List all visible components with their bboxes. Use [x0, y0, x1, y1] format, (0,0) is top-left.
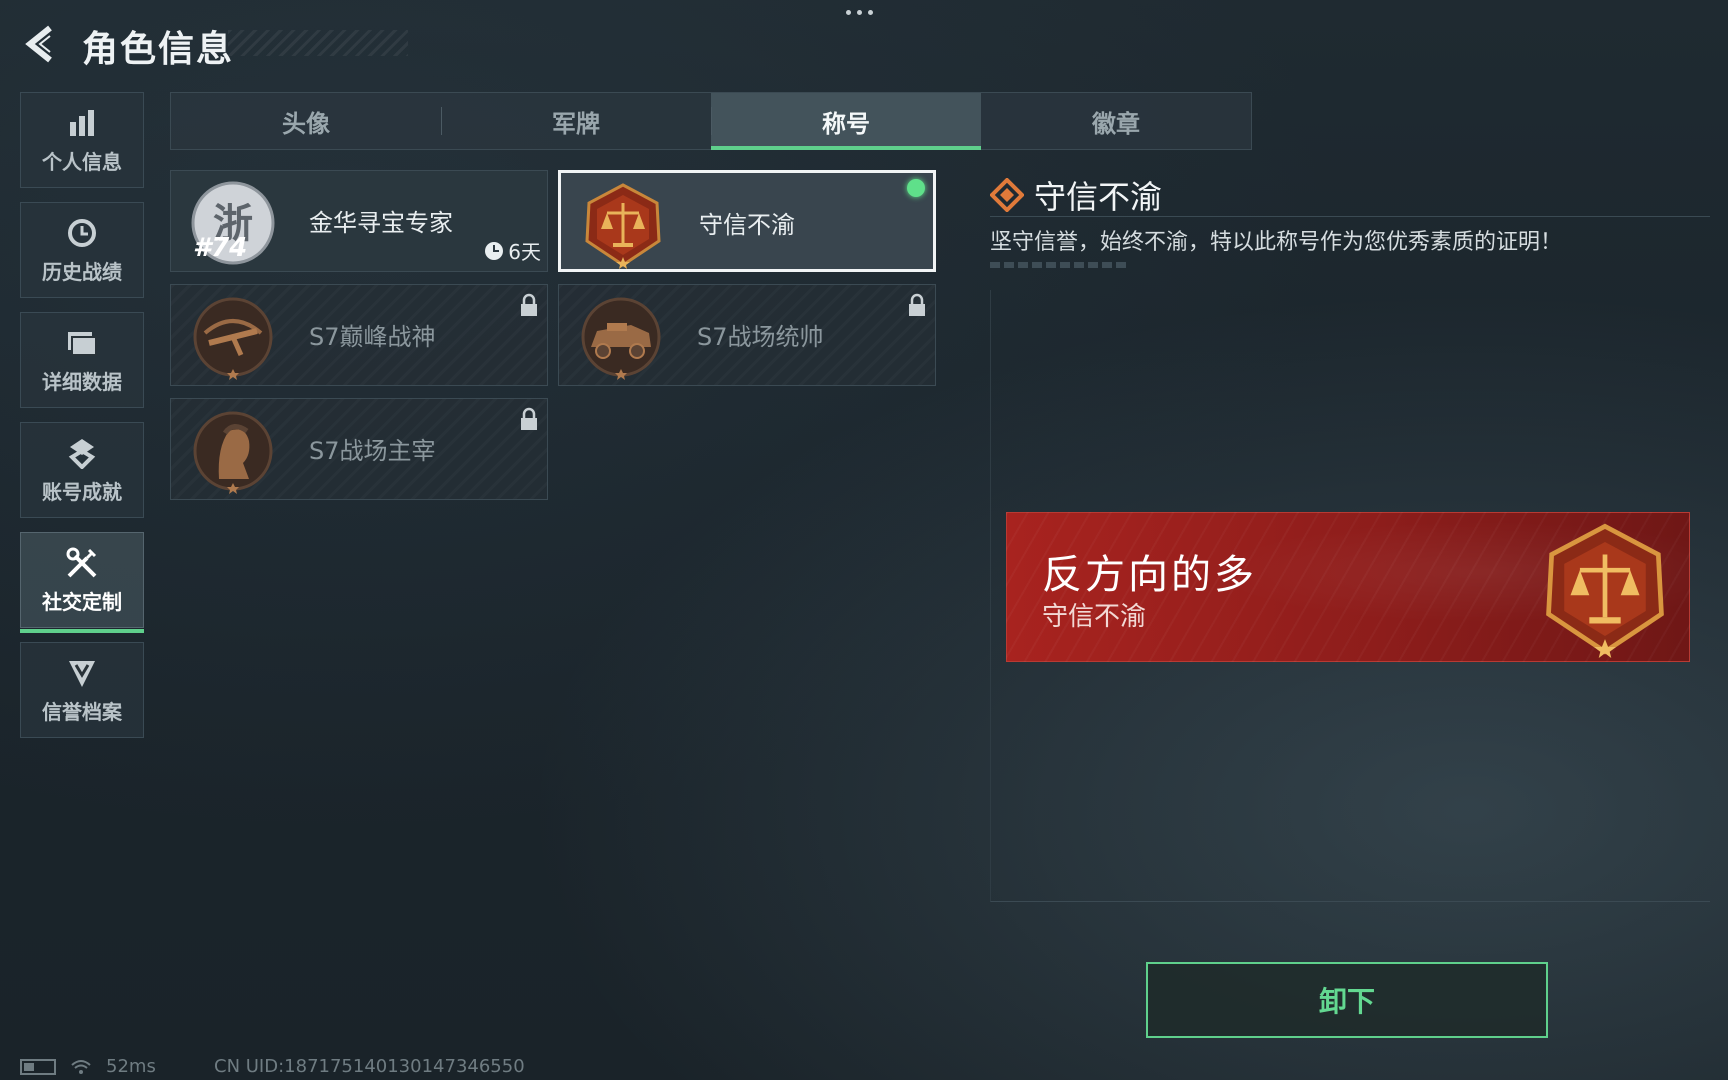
- preview-title: 守信不渝: [1042, 602, 1147, 632]
- detail-description: 坚守信誉，始终不渝，特以此称号作为您优秀素质的证明！: [990, 230, 1563, 255]
- tools-icon: [65, 546, 99, 580]
- sidebar-item-label: 信誉档案: [42, 699, 122, 724]
- wifi-icon: [71, 1059, 91, 1074]
- diamond-icon: [990, 178, 1024, 212]
- lock-icon: [519, 293, 539, 317]
- title-name: 守信不渝: [699, 211, 795, 239]
- more-menu-icon[interactable]: [846, 10, 882, 20]
- title-card-s7-commander[interactable]: S7战场统帅: [558, 284, 936, 386]
- title-card-trustworthy[interactable]: 守信不渝: [558, 170, 936, 272]
- sidebar-item-details[interactable]: 详细数据: [20, 312, 144, 408]
- back-button[interactable]: [20, 24, 60, 64]
- uid-text: CN UID:1871751401301473465​50: [214, 1056, 525, 1077]
- medal-icon: [65, 436, 99, 470]
- title-decoration: [228, 30, 408, 56]
- sidebar-item-label: 历史战绩: [42, 259, 122, 284]
- sidebar-item-label: 个人信息: [42, 149, 122, 174]
- divider: [990, 216, 1710, 217]
- sidebar-item-history[interactable]: 历史战绩: [20, 202, 144, 298]
- tab-dogtag[interactable]: 军牌: [441, 93, 711, 149]
- ping-text: 52ms: [106, 1056, 156, 1077]
- title-card-s7-dominator[interactable]: S7战场主宰: [170, 398, 548, 500]
- sidebar-item-social[interactable]: 社交定制: [20, 532, 144, 633]
- title-card-jinhua[interactable]: 浙 #74 金华寻宝专家 6天: [170, 170, 548, 272]
- unequip-button[interactable]: 卸下: [1146, 962, 1548, 1038]
- sidebar-item-achievements[interactable]: 账号成就: [20, 422, 144, 518]
- title-number: #74: [193, 233, 248, 263]
- scales-emblem-icon: [579, 181, 667, 269]
- shield-badge-icon: [65, 656, 99, 690]
- folder-icon: [65, 326, 99, 360]
- title-preview-banner: 反方向的多 守信不渝: [1006, 512, 1690, 662]
- sidebar-item-credit[interactable]: 信誉档案: [20, 642, 144, 738]
- vehicle-emblem-icon: [577, 293, 665, 381]
- sidebar-item-label: 详细数据: [42, 369, 122, 394]
- detail-header: 守信不渝: [990, 172, 1162, 218]
- clock-icon: [485, 241, 504, 260]
- scales-emblem-icon: [1536, 520, 1674, 658]
- title-name: 金华寻宝专家: [309, 209, 453, 237]
- lock-icon: [519, 407, 539, 431]
- warrior-emblem-icon: [189, 407, 277, 495]
- crossbow-emblem-icon: [189, 293, 277, 381]
- page-title: 角色信息: [82, 29, 235, 70]
- sidebar-item-personal-info[interactable]: 个人信息: [20, 92, 144, 188]
- equipped-indicator: [907, 179, 925, 197]
- timer-text: 6天: [508, 240, 541, 264]
- tab-bar: 头像 军牌 称号 徽章: [170, 92, 1252, 150]
- title-name: S7战场主宰: [309, 437, 436, 465]
- tab-badge[interactable]: 徽章: [981, 93, 1251, 149]
- bar-chart-icon: [65, 106, 99, 140]
- battery-icon: [20, 1058, 56, 1075]
- tab-avatar[interactable]: 头像: [171, 93, 441, 149]
- decoration-bar: [990, 262, 1126, 268]
- detail-title: 守信不渝: [1034, 178, 1163, 216]
- title-card-s7-peak[interactable]: S7巅峰战神: [170, 284, 548, 386]
- title-timer: 6天: [484, 236, 541, 265]
- player-name: 反方向的多: [1042, 552, 1257, 598]
- tab-title[interactable]: 称号: [711, 93, 981, 150]
- title-name: S7战场统帅: [697, 323, 824, 351]
- status-bar: 52ms: [20, 1056, 156, 1077]
- lock-icon: [907, 293, 927, 317]
- history-clock-icon: [65, 216, 99, 250]
- sidebar-item-label: 社交定制: [42, 589, 122, 614]
- title-name: S7巅峰战神: [309, 323, 436, 351]
- sidebar-item-label: 账号成就: [42, 479, 122, 504]
- back-arrow-icon: [25, 25, 52, 63]
